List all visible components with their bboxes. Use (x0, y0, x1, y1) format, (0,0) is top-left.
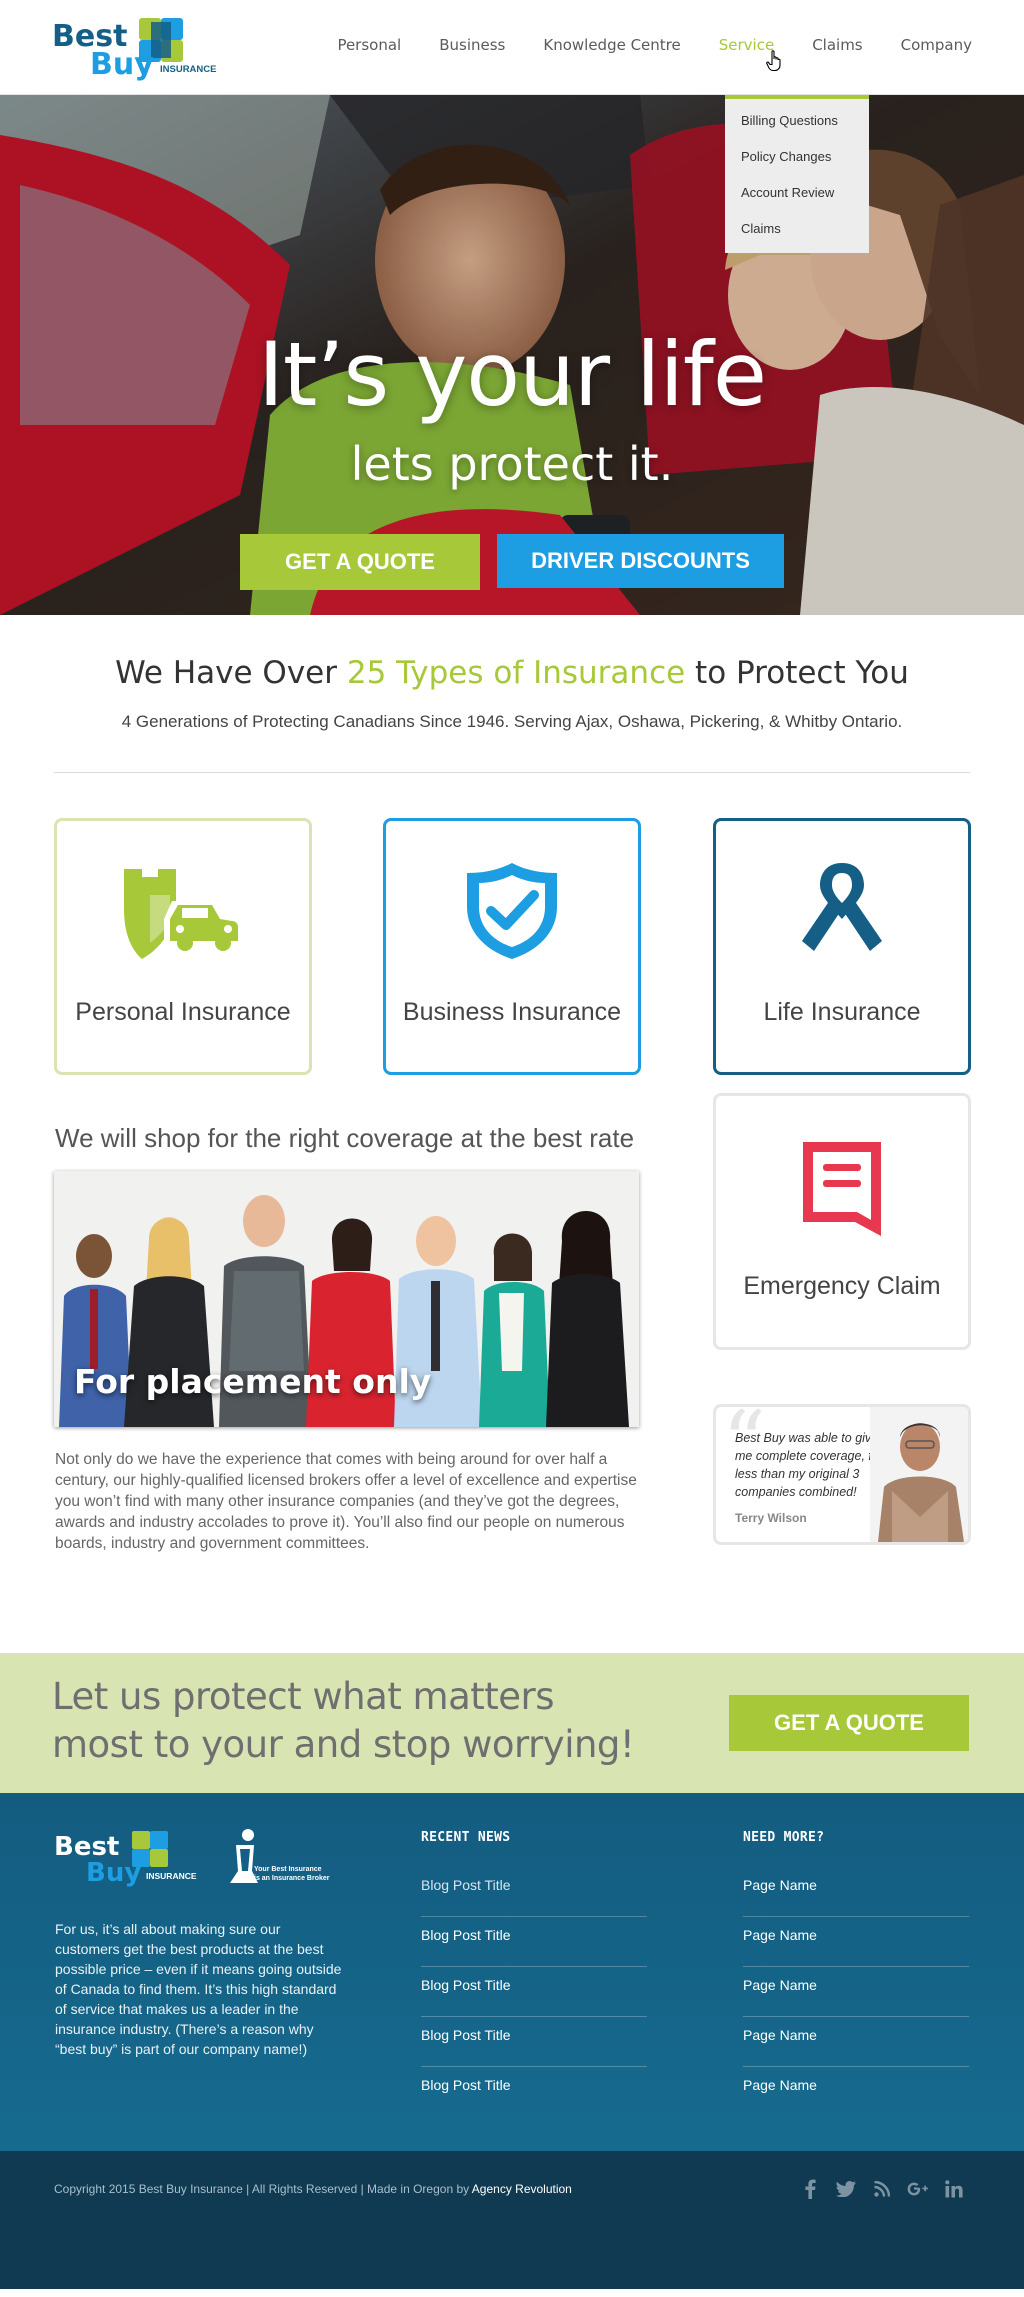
testimonial-card: “ Best Buy was able to give me complete … (713, 1404, 971, 1545)
page-link[interactable]: Page Name (743, 1967, 969, 2017)
driver-discounts-button[interactable]: DRIVER DISCOUNTS (497, 534, 784, 588)
need-more-list: Page Name Page Name Page Name Page Name … (743, 1867, 969, 2117)
page-link[interactable]: Page Name (743, 1867, 969, 1917)
social-links (792, 2173, 972, 2205)
cta-line1: Let us protect what matters (52, 1675, 555, 1718)
get-a-quote-button[interactable]: GET A QUOTE (240, 534, 480, 590)
shield-car-icon (124, 869, 244, 959)
intro-heading-accent: 25 Types of Insurance (346, 655, 686, 691)
nav-claims[interactable]: Claims (812, 36, 862, 54)
page-link[interactable]: Page Name (743, 2067, 969, 2117)
intro-heading: We Have Over 25 Types of Insurance to Pr… (0, 655, 1024, 691)
news-link[interactable]: Blog Post Title (421, 1967, 647, 2017)
emergency-claim-label: Emergency Claim (743, 1272, 941, 1300)
shop-heading: We will shop for the right coverage at t… (55, 1123, 635, 1153)
photo-caption: For placement only (74, 1362, 432, 1401)
team-photo: For placement only (54, 1171, 639, 1427)
insurance-cards: Personal Insurance Business Insurance Li… (0, 773, 1024, 1093)
footer-about-text: For us, it’s all about making sure our c… (55, 1921, 342, 2057)
footer-best-buy-logo[interactable]: Best Buy INSURANCE (54, 1829, 204, 1889)
broker-line1: Your Best Insurance (254, 1866, 322, 1873)
business-insurance-card[interactable]: Business Insurance (383, 818, 641, 1075)
footer-logo-buy-text: Buy (86, 1858, 141, 1888)
shield-check-icon (467, 863, 557, 959)
emergency-claim-card[interactable]: Emergency Claim (713, 1093, 971, 1350)
recent-news-heading: RECENT NEWS (421, 1830, 511, 1845)
intro-subheading: 4 Generations of Protecting Canadians Si… (121, 712, 903, 731)
cta-text: Let us protect what matters most to your… (52, 1673, 635, 1769)
best-buy-logo[interactable]: Best Buy INSURANCE (52, 16, 222, 82)
nav-knowledge-centre[interactable]: Knowledge Centre (543, 36, 680, 54)
hero-subtitle: lets protect it. (350, 437, 674, 491)
facebook-icon[interactable] (792, 2173, 828, 2205)
google-plus-icon[interactable] (900, 2173, 936, 2205)
cta-band: Let us protect what matters most to your… (0, 1653, 1024, 1793)
life-insurance-label: Life Insurance (763, 998, 921, 1026)
testimonial-name: Terry Wilson (735, 1511, 807, 1525)
rss-icon[interactable] (864, 2173, 900, 2205)
testimonial-text: Best Buy was able to give me complete co… (735, 1431, 883, 1499)
hero-title: It’s your life (257, 323, 767, 426)
need-more-heading: NEED MORE? (743, 1830, 825, 1845)
nav-personal[interactable]: Personal (337, 36, 401, 54)
bottom-bar: Copyright 2015 Best Buy Insurance | All … (0, 2151, 1024, 2289)
dropdown-item-billing-questions[interactable]: Billing Questions (725, 105, 869, 141)
news-link[interactable]: Blog Post Title (421, 1917, 647, 1967)
broker-line2: is an Insurance Broker (254, 1875, 330, 1882)
personal-insurance-label: Personal Insurance (75, 998, 291, 1026)
nav-company[interactable]: Company (901, 36, 972, 54)
dropdown-item-policy-changes[interactable]: Policy Changes (725, 141, 869, 177)
ribbon-icon (802, 863, 882, 951)
main-nav: Personal Business Knowledge Centre Servi… (299, 36, 972, 54)
site-footer: Best Buy INSURANCE Your Best Insurance i… (0, 1793, 1024, 2151)
recent-news-list: Blog Post Title Blog Post Title Blog Pos… (421, 1867, 647, 2117)
nav-business[interactable]: Business (439, 36, 505, 54)
life-insurance-card[interactable]: Life Insurance (713, 818, 971, 1075)
service-dropdown-menu: Billing Questions Policy Changes Account… (725, 95, 869, 253)
dropdown-item-claims[interactable]: Claims (725, 213, 869, 249)
intro-heading-post: to Protect You (685, 655, 909, 691)
copyright-text: Copyright 2015 Best Buy Insurance | All … (54, 2182, 572, 2196)
personal-insurance-card[interactable]: Personal Insurance (54, 818, 312, 1075)
cta-get-a-quote-button[interactable]: GET A QUOTE (729, 1695, 969, 1751)
footer-logo-insurance-text: INSURANCE (146, 1871, 197, 1881)
linkedin-icon[interactable] (936, 2173, 972, 2205)
recent-news-column: RECENT NEWS Blog Post Title Blog Post Ti… (421, 1793, 647, 2117)
copyright-label: Copyright 2015 Best Buy Insurance | All … (54, 2182, 472, 2196)
agency-revolution-link[interactable]: Agency Revolution (472, 2182, 572, 2196)
insurance-broker-badge: Your Best Insurance is an Insurance Brok… (230, 1829, 330, 1883)
twitter-icon[interactable] (828, 2173, 864, 2205)
intro-heading-pre: We Have Over (115, 655, 347, 691)
business-insurance-label: Business Insurance (402, 998, 622, 1026)
shop-section: We will shop for the right coverage at t… (0, 1093, 1024, 1653)
news-link[interactable]: Blog Post Title (421, 1867, 647, 1917)
page-link[interactable]: Page Name (743, 1917, 969, 1967)
dropdown-item-account-review[interactable]: Account Review (725, 177, 869, 213)
logo-insurance-text: INSURANCE (160, 64, 216, 75)
news-link[interactable]: Blog Post Title (421, 2067, 647, 2117)
news-link[interactable]: Blog Post Title (421, 2017, 647, 2067)
site-header: Best Buy INSURANCE Personal Business Kno… (0, 0, 1024, 253)
hand-cursor-icon (766, 50, 781, 72)
testimonial-portrait (870, 1407, 968, 1542)
document-claim-icon (803, 1142, 881, 1236)
page-link[interactable]: Page Name (743, 2017, 969, 2067)
cta-line2: most to your and stop worrying! (52, 1723, 635, 1766)
intro-section: We Have Over 25 Types of Insurance to Pr… (0, 615, 1024, 773)
hero-banner: It’s your life lets protect it. GET A QU… (0, 95, 1024, 615)
need-more-column: NEED MORE? Page Name Page Name Page Name… (743, 1793, 969, 2117)
logo-buy-text: Buy (90, 47, 154, 82)
shop-body-text: Not only do we have the experience that … (55, 1451, 637, 1552)
